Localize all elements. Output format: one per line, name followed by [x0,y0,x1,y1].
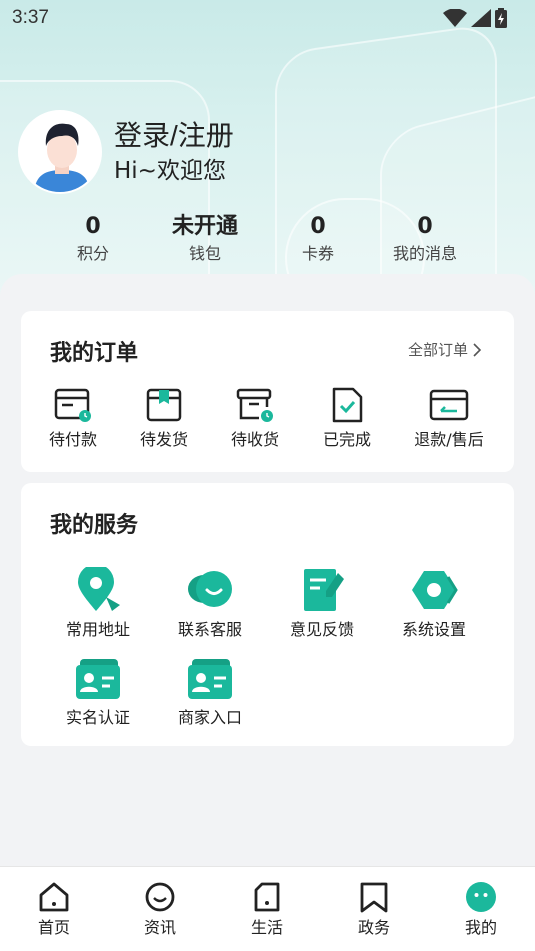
stat-label: 积分 [76,244,109,263]
orders-card: 我的订单 全部订单 待付款 待发货 待收货 已完成 退款/售后 [21,311,514,472]
life-icon [254,882,280,912]
tab-government[interactable]: 政务 [339,881,409,939]
signal-icon [471,9,491,27]
tab-home[interactable]: 首页 [19,881,89,939]
tab-news[interactable]: 资讯 [125,881,195,939]
service-settings[interactable]: 系统设置 [389,567,479,641]
box-bookmark-icon [146,388,182,422]
service-real-name-verification[interactable]: 实名认证 [53,657,143,729]
merchant-card-icon [188,659,232,699]
box-clock-icon [236,388,273,422]
bottom-tab-bar: 首页 资讯 生活 政务 我的 [0,866,535,951]
profile-section[interactable]: 登录/注册 Hi~欢迎您 [18,110,234,194]
order-pending-payment[interactable]: 待付款 [33,387,113,451]
service-merchant-entry[interactable]: 商家入口 [165,657,255,729]
stat-label: 卡券 [301,244,334,263]
order-label: 待发货 [139,430,188,449]
chevron-right-icon [473,342,482,357]
avatar-person-icon [20,112,100,192]
order-completed[interactable]: 已完成 [307,387,387,451]
service-customer-support[interactable]: 联系客服 [165,567,255,641]
service-label: 系统设置 [401,620,466,639]
stat-value: 0 [417,214,433,239]
login-register-link[interactable]: 登录/注册 [114,118,234,154]
order-pending-shipment[interactable]: 待发货 [124,387,204,451]
order-refund[interactable]: 退款/售后 [409,387,489,451]
stat-wallet[interactable]: 未开通 钱包 [150,212,260,266]
service-label: 意见反馈 [289,620,354,639]
tab-life[interactable]: 生活 [232,881,302,939]
tab-label: 我的 [464,918,497,937]
tab-label: 资讯 [143,918,176,937]
settings-hexagon-icon [412,571,458,609]
status-icons [443,8,507,28]
all-orders-label: 全部订单 [407,341,468,359]
stat-value: 0 [310,214,326,239]
avatar[interactable] [18,110,102,194]
stat-value: 0 [85,214,101,239]
welcome-text: Hi~欢迎您 [114,158,226,184]
stat-coupons[interactable]: 0 卡券 [263,212,373,266]
battery-icon [495,8,507,28]
status-time: 3:37 [12,7,49,28]
chat-smile-icon [188,571,232,607]
feedback-edit-icon [304,569,344,611]
all-orders-link[interactable]: 全部订单 [408,339,482,360]
wifi-icon [443,9,467,27]
news-icon [145,882,175,912]
refund-card-icon [429,389,469,421]
order-label: 待付款 [48,430,97,449]
service-label: 联系客服 [177,620,242,639]
service-label: 常用地址 [65,620,130,639]
stats-row: 0 积分 未开通 钱包 0 卡券 0 我的消息 [0,212,535,272]
order-label: 待收货 [230,430,279,449]
order-pending-receipt[interactable]: 待收货 [215,387,295,451]
tab-label: 首页 [37,918,70,937]
government-icon [360,882,388,913]
order-label: 退款/售后 [414,430,484,449]
document-check-icon [332,387,363,423]
orders-title: 我的订单 [50,341,139,366]
home-icon [39,882,69,912]
tab-mine[interactable]: 我的 [446,881,516,939]
stat-messages[interactable]: 0 我的消息 [370,212,480,266]
service-label: 商家入口 [177,708,242,727]
services-title: 我的服务 [50,513,139,538]
profile-face-icon [466,882,496,912]
service-address[interactable]: 常用地址 [53,567,143,641]
stat-value: 未开通 [171,214,238,239]
wallet-clock-icon [54,388,91,422]
order-label: 已完成 [322,430,371,449]
service-label: 实名认证 [65,708,130,727]
stat-points[interactable]: 0 积分 [38,212,148,266]
stat-label: 我的消息 [392,244,457,263]
tab-label: 政务 [357,918,390,937]
id-card-icon [76,659,120,699]
status-bar: 3:37 [0,0,535,36]
services-card: 我的服务 常用地址 联系客服 意见反馈 系统设置 实名认证 商家入口 [21,483,514,746]
location-pin-icon [78,567,120,611]
service-feedback[interactable]: 意见反馈 [277,567,367,641]
tab-label: 生活 [250,918,283,937]
stat-label: 钱包 [188,244,221,263]
